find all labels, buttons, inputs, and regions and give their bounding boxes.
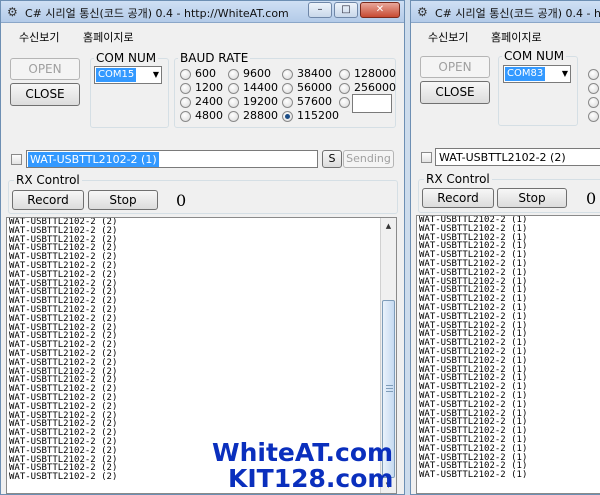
baud-radio[interactable] (588, 97, 599, 108)
baud-label-4800: 4800 (195, 109, 223, 122)
baud-label-1200: 1200 (195, 81, 223, 94)
chevron-down-icon: ▼ (561, 69, 568, 78)
menu-bar: 수신보기 홈페이지로 (1, 24, 404, 46)
maximize-button[interactable]: □ (334, 2, 358, 18)
record-button[interactable]: Record (422, 188, 494, 208)
baud-radio-128000[interactable] (339, 69, 350, 80)
minimize-button[interactable]: – (308, 2, 332, 18)
baud-radio[interactable] (588, 69, 599, 80)
rx-textarea[interactable]: WAT-USBTTL2102-2 (1) WAT-USBTTL2102-2 (1)… (416, 215, 600, 494)
menu-homepage[interactable]: 홈페이지로 (83, 29, 134, 45)
serial-window-right: ⚙ C# 시리얼 통신(코드 공개) 0.4 - h 수신보기 홈페이지로 OP… (410, 0, 600, 495)
baud-label-38400: 38400 (297, 67, 332, 80)
com-port-select[interactable]: COM83 ▼ (503, 65, 571, 83)
baud-radio-19200[interactable] (228, 97, 239, 108)
send-input-text: WAT-USBTTL2102-2 (1) (28, 152, 159, 167)
baud-label-57600: 57600 (297, 95, 332, 108)
baud-radio-custom[interactable] (339, 97, 350, 108)
com-num-label: COM NUM (502, 49, 567, 63)
baud-radio-4800[interactable] (180, 111, 191, 122)
baud-label-14400: 14400 (243, 81, 278, 94)
rx-control-label: RX Control (424, 172, 492, 186)
baud-radio-56000[interactable] (282, 83, 293, 94)
custom-baud-input[interactable] (352, 94, 392, 113)
menu-rx-view[interactable]: 수신보기 (428, 29, 468, 45)
baud-radio-57600[interactable] (282, 97, 293, 108)
scroll-up-icon[interactable]: ▲ (381, 218, 396, 234)
window-title: C# 시리얼 통신(코드 공개) 0.4 - h (435, 7, 600, 20)
com-num-label: COM NUM (94, 51, 159, 65)
rx-text: WAT-USBTTL2102-2 (2) WAT-USBTTL2102-2 (2)… (9, 218, 117, 482)
baud-label-28800: 28800 (243, 109, 278, 122)
com-port-value: COM83 (505, 67, 546, 81)
menu-rx-view[interactable]: 수신보기 (19, 29, 59, 45)
window-title: C# 시리얼 통신(코드 공개) 0.4 - http://WhiteAT.co… (25, 7, 289, 20)
app-icon: ⚙ (7, 5, 18, 19)
send-s-button[interactable]: S (322, 150, 342, 168)
watermark-kit128: KIT128.com (228, 464, 394, 493)
baud-radio-38400[interactable] (282, 69, 293, 80)
send-checkbox[interactable] (421, 152, 432, 163)
sending-button[interactable]: Sending (343, 150, 394, 168)
rx-counter: 0 (176, 191, 187, 210)
baud-radio-9600[interactable] (228, 69, 239, 80)
title-bar[interactable]: ⚙ C# 시리얼 통신(코드 공개) 0.4 - h (411, 1, 600, 23)
baud-label-256000: 256000 (354, 81, 396, 94)
baud-radio[interactable] (588, 111, 599, 122)
grip-line (386, 391, 393, 392)
baud-radio-2400[interactable] (180, 97, 191, 108)
title-bar[interactable]: ⚙ C# 시리얼 통신(코드 공개) 0.4 - http://WhiteAT.… (1, 1, 404, 23)
send-checkbox[interactable] (11, 154, 22, 165)
rx-control-label: RX Control (14, 173, 82, 187)
baud-label-128000: 128000 (354, 67, 396, 80)
baud-rate-label: BAUD RATE (178, 51, 251, 65)
baud-radio-600[interactable] (180, 69, 191, 80)
open-button[interactable]: OPEN (10, 58, 80, 80)
serial-window-left: ⚙ C# 시리얼 통신(코드 공개) 0.4 - http://WhiteAT.… (0, 0, 405, 495)
close-window-button[interactable]: ✕ (360, 2, 400, 18)
rx-line: WAT-USBTTL2102-2 (1) (419, 470, 528, 481)
baud-label-56000: 56000 (297, 81, 332, 94)
com-port-value: COM15 (96, 68, 137, 82)
grip-line (386, 385, 393, 386)
send-input[interactable]: WAT-USBTTL2102-2 (1) (26, 150, 318, 168)
baud-radio-256000[interactable] (339, 83, 350, 94)
com-port-select[interactable]: COM15 ▼ (94, 66, 162, 84)
chevron-down-icon: ▼ (152, 70, 159, 79)
send-input[interactable]: WAT-USBTTL2102-2 (2) (435, 148, 600, 166)
baud-radio[interactable] (588, 83, 599, 94)
rx-text: WAT-USBTTL2102-2 (1) WAT-USBTTL2102-2 (1)… (419, 216, 527, 480)
record-button[interactable]: Record (12, 190, 84, 210)
stop-button[interactable]: Stop (497, 188, 567, 208)
baud-radio-1200[interactable] (180, 83, 191, 94)
open-button[interactable]: OPEN (420, 56, 490, 78)
close-button[interactable]: CLOSE (10, 83, 80, 106)
baud-label-19200: 19200 (243, 95, 278, 108)
app-icon: ⚙ (417, 5, 428, 19)
rx-line: WAT-USBTTL2102-2 (2) (9, 472, 118, 483)
baud-radio-28800[interactable] (228, 111, 239, 122)
menu-homepage[interactable]: 홈페이지로 (491, 29, 542, 45)
baud-label-600: 600 (195, 67, 216, 80)
baud-label-2400: 2400 (195, 95, 223, 108)
baud-label-9600: 9600 (243, 67, 271, 80)
baud-label-115200: 115200 (297, 109, 339, 122)
stop-button[interactable]: Stop (88, 190, 158, 210)
baud-radio-115200[interactable] (282, 111, 293, 122)
watermark-whiteat: WhiteAT.com (212, 438, 394, 467)
menu-bar: 수신보기 홈페이지로 (411, 24, 600, 46)
baud-radio-14400[interactable] (228, 83, 239, 94)
close-button[interactable]: CLOSE (420, 81, 490, 104)
grip-line (386, 388, 393, 389)
send-input-text: WAT-USBTTL2102-2 (2) (439, 151, 566, 164)
rx-counter: 0 (586, 189, 597, 208)
